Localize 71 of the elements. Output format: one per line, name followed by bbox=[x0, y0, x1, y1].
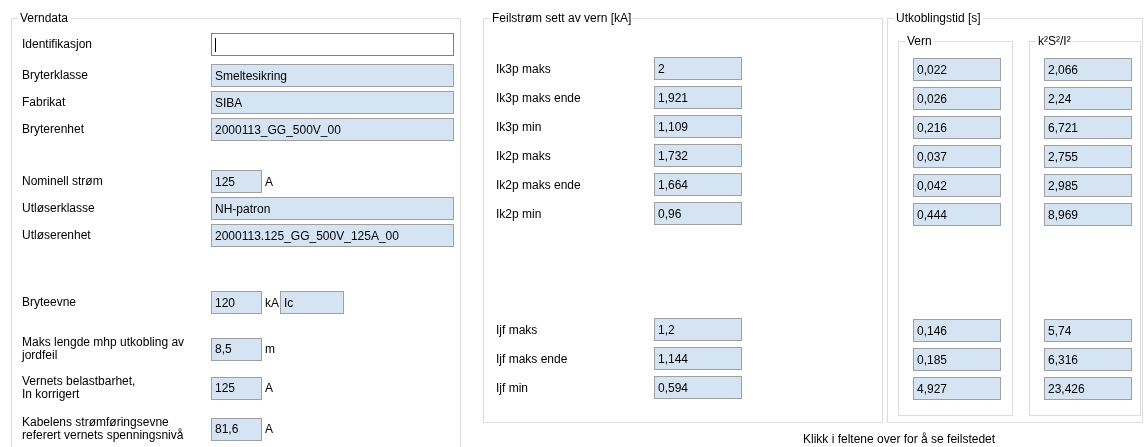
field-label: Vernets belastbarhet, In korrigert bbox=[22, 375, 137, 401]
field-label: Ijf maks ende bbox=[496, 350, 569, 368]
field-label: Identifikasjon bbox=[22, 38, 94, 51]
readonly-field: Smeltesikring bbox=[211, 64, 454, 87]
readonly-field: 1,664 bbox=[654, 173, 742, 196]
field-label: Maks lengde mhp utkobling av jordfeil bbox=[22, 336, 186, 362]
field-label: Utløserklasse bbox=[22, 202, 96, 215]
readonly-field: 2000113.125_GG_500V_125A_00 bbox=[211, 224, 454, 247]
group-title: k²S²/I² bbox=[1036, 34, 1073, 48]
readonly-field: 6,721 bbox=[1044, 116, 1132, 139]
input-field[interactable] bbox=[211, 33, 454, 56]
field-label: Bryteevne bbox=[22, 296, 78, 309]
field-label: Ijf min bbox=[496, 379, 529, 397]
readonly-field: 120 bbox=[211, 291, 262, 314]
group-title: Utkoblingstid [s] bbox=[894, 11, 983, 25]
field-label: Utløserenhet bbox=[22, 229, 92, 242]
readonly-field: 2,985 bbox=[1044, 174, 1132, 197]
unit-label: A bbox=[265, 173, 273, 191]
readonly-field: 0,022 bbox=[913, 58, 1001, 81]
field-label: Bryterenhet bbox=[22, 123, 86, 136]
readonly-field: 0,594 bbox=[654, 376, 742, 399]
text-cursor-icon bbox=[215, 37, 216, 52]
field-label: Nominell strøm bbox=[22, 175, 104, 188]
field-label: Ik2p maks ende bbox=[496, 176, 582, 194]
readonly-field: 2 bbox=[654, 57, 742, 80]
readonly-field: 0,042 bbox=[913, 174, 1001, 197]
readonly-field: 8,5 bbox=[211, 337, 262, 361]
readonly-field: 23,426 bbox=[1044, 377, 1132, 400]
readonly-field: 1,732 bbox=[654, 144, 742, 167]
readonly-field: NH-patron bbox=[211, 197, 454, 220]
unit-label: A bbox=[265, 380, 273, 397]
unit-label: A bbox=[265, 421, 273, 438]
readonly-field: 2000113_GG_500V_00 bbox=[211, 118, 454, 141]
hint-text: Klikk i feltene over for å se feilstedet bbox=[803, 431, 996, 447]
readonly-field: 125 bbox=[211, 170, 262, 193]
readonly-field: 0,185 bbox=[913, 348, 1001, 371]
unit-label: kA bbox=[265, 294, 279, 312]
readonly-field: 1,2 bbox=[654, 318, 742, 341]
readonly-field: SIBA bbox=[211, 91, 454, 114]
readonly-field: 0,146 bbox=[913, 319, 1001, 342]
readonly-field: 1,144 bbox=[654, 347, 742, 370]
readonly-field: 2,066 bbox=[1044, 58, 1132, 81]
field-label: Ijf maks bbox=[496, 321, 539, 339]
group-title: Verndata bbox=[18, 11, 71, 25]
field-label: Bryterklasse bbox=[22, 69, 90, 82]
readonly-field: 4,927 bbox=[913, 377, 1001, 400]
readonly-field: 0,026 bbox=[913, 87, 1001, 110]
readonly-field: 81,6 bbox=[211, 417, 262, 441]
readonly-field: 5,74 bbox=[1044, 319, 1132, 342]
readonly-field: Ic bbox=[280, 291, 344, 314]
readonly-field: 2,24 bbox=[1044, 87, 1132, 110]
readonly-field: 8,969 bbox=[1044, 203, 1132, 226]
readonly-field: 0,216 bbox=[913, 116, 1001, 139]
group-title: Feilstrøm sett av vern [kA] bbox=[490, 11, 634, 25]
readonly-field: 125 bbox=[211, 376, 262, 400]
field-label: Ik2p min bbox=[496, 205, 543, 223]
field-label: Ik2p maks bbox=[496, 147, 552, 165]
readonly-field: 1,109 bbox=[654, 115, 742, 138]
group-title: Vern bbox=[905, 34, 934, 48]
readonly-field: 1,921 bbox=[654, 86, 742, 109]
readonly-field: 0,037 bbox=[913, 145, 1001, 168]
readonly-field: 0,96 bbox=[654, 202, 742, 225]
readonly-field: 2,755 bbox=[1044, 145, 1132, 168]
unit-label: m bbox=[265, 341, 275, 358]
field-label: Ik3p maks ende bbox=[496, 89, 582, 107]
readonly-field: 6,316 bbox=[1044, 348, 1132, 371]
field-label: Kabelens strømføringsevne referert vernets spenningsnivå bbox=[22, 416, 185, 442]
field-label: Ik3p min bbox=[496, 118, 543, 136]
field-label: Fabrikat bbox=[22, 96, 67, 109]
readonly-field: 0,444 bbox=[913, 203, 1001, 226]
field-label: Ik3p maks bbox=[496, 60, 552, 78]
